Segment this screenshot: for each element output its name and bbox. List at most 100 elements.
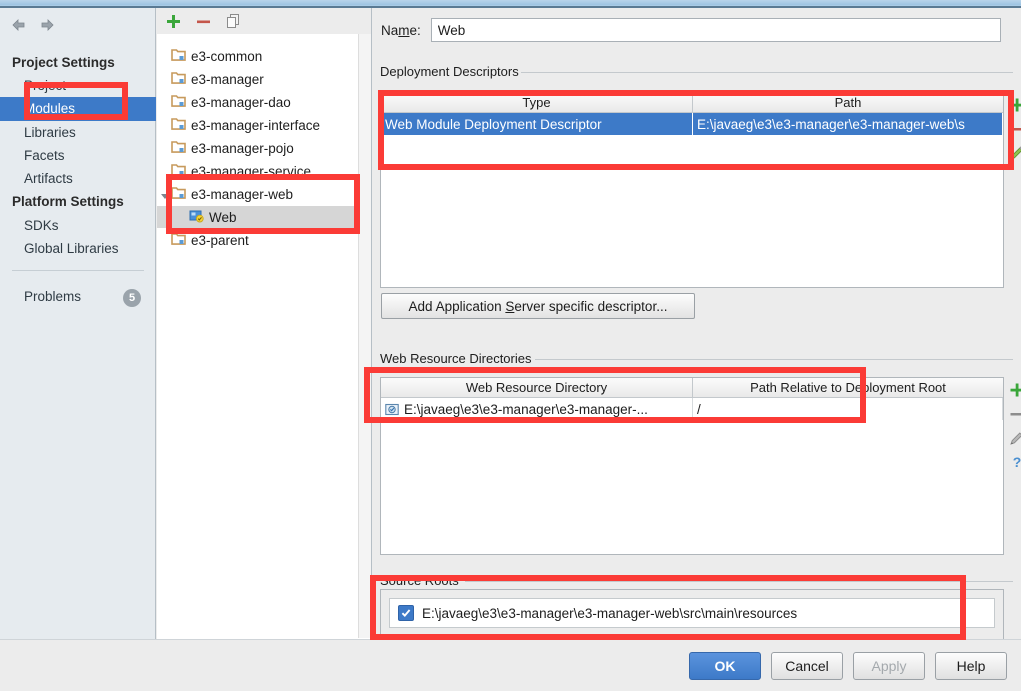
module-folder-icon: [171, 117, 186, 134]
tree-item-label: e3-parent: [191, 232, 249, 248]
add-app-server-label-before: Add Application: [408, 298, 506, 314]
sidebar-divider: [12, 270, 144, 271]
module-folder-icon: [171, 71, 186, 88]
arrow-left-icon[interactable]: [10, 16, 28, 34]
chevron-down-icon[interactable]: [160, 189, 170, 199]
name-input[interactable]: [430, 18, 1001, 42]
deployment-descriptors-table[interactable]: Type Path Web Module Deployment Descript…: [380, 92, 1004, 288]
pencil-icon[interactable]: [1007, 142, 1021, 164]
module-folder-icon: [171, 140, 186, 157]
sidebar-item-sdks[interactable]: SDKs: [24, 218, 59, 233]
table-row[interactable]: E:\javaeg\e3\e3-manager\e3-manager-... /: [381, 398, 1003, 420]
name-field-label: Name:: [381, 22, 421, 38]
window-titlebar: [0, 0, 1021, 8]
question-icon[interactable]: ?: [1007, 451, 1021, 473]
tree-item-e3-manager[interactable]: e3-manager: [157, 68, 371, 90]
web-resource-directory-cell: E:\javaeg\e3\e3-manager\e3-manager-...: [381, 398, 693, 420]
problems-count-badge: 5: [123, 289, 141, 307]
tree-item-e3-common[interactable]: e3-common: [157, 45, 371, 67]
source-root-path: E:\javaeg\e3\e3-manager\e3-manager-web\s…: [422, 605, 798, 621]
column-header-type[interactable]: Type: [381, 93, 693, 112]
tree-item-label: Web: [209, 209, 237, 225]
column-header-path[interactable]: Path: [693, 93, 1003, 112]
tree-item-label: e3-manager-web: [191, 186, 294, 202]
plus-icon[interactable]: [1007, 379, 1021, 401]
source-root-checkbox[interactable]: [398, 605, 414, 621]
web-resource-directories-title: Web Resource Directories: [380, 351, 538, 366]
deployment-descriptors-toolbar: [1006, 94, 1021, 164]
sidebar-item-project[interactable]: Project: [24, 78, 66, 93]
module-folder-icon: [171, 232, 186, 249]
cancel-button[interactable]: Cancel: [771, 652, 843, 680]
settings-sidebar: Project Settings Project Modules Librari…: [0, 8, 156, 639]
tree-item-label: e3-common: [191, 48, 263, 64]
module-tree-scrollbar[interactable]: [358, 34, 371, 638]
tree-item-label: e3-manager-dao: [191, 94, 291, 110]
web-resource-directories-toolbar: ?: [1006, 379, 1021, 473]
name-field-row: Name:: [381, 18, 1001, 42]
add-app-server-label-after: erver specific descriptor...: [514, 298, 668, 314]
sidebar-item-facets[interactable]: Facets: [24, 148, 65, 163]
facet-settings-panel: Name: Deployment Descriptors Type Path W…: [373, 8, 1021, 645]
sidebar-group-platform-settings: Platform Settings: [12, 194, 124, 209]
module-tree-panel: e3-common e3-manager e3-manager-dao e3-m…: [157, 8, 372, 639]
descriptor-type-cell: Web Module Deployment Descriptor: [381, 113, 693, 135]
module-tree-list: e3-common e3-manager e3-manager-dao e3-m…: [157, 34, 371, 638]
deployment-descriptors-separator: [521, 72, 1013, 73]
table-header-row: Web Resource Directory Path Relative to …: [381, 378, 1003, 398]
sidebar-item-artifacts[interactable]: Artifacts: [24, 171, 73, 186]
web-resource-directories-table[interactable]: Web Resource Directory Path Relative to …: [380, 377, 1004, 555]
sidebar-group-project-settings: Project Settings: [12, 55, 115, 70]
web-resource-directories-separator: [535, 359, 1013, 360]
copy-icon[interactable]: [225, 13, 242, 30]
ok-button[interactable]: OK: [689, 652, 761, 680]
tree-item-label: e3-manager-interface: [191, 117, 321, 133]
sidebar-nav-arrows: [10, 14, 56, 36]
source-roots-title: Source Roots: [380, 573, 465, 588]
tree-item-e3-manager-dao[interactable]: e3-manager-dao: [157, 91, 371, 113]
dialog-button-bar: OK Cancel Apply Help: [689, 652, 1007, 680]
minus-icon[interactable]: [1007, 403, 1021, 425]
table-header-row: Type Path: [381, 93, 1003, 113]
column-header-path-relative-to-deployment-root[interactable]: Path Relative to Deployment Root: [693, 378, 1003, 397]
module-tree-toolbar: [157, 8, 371, 34]
tree-item-e3-parent[interactable]: e3-parent: [157, 229, 371, 251]
module-folder-icon: [171, 186, 186, 203]
sidebar-item-libraries[interactable]: Libraries: [24, 125, 76, 140]
sidebar-item-modules[interactable]: Modules: [0, 97, 156, 121]
module-folder-icon: [171, 163, 186, 180]
web-facet-icon: [189, 209, 204, 226]
tree-item-e3-manager-pojo[interactable]: e3-manager-pojo: [157, 137, 371, 159]
svg-text:?: ?: [1013, 454, 1021, 470]
tree-item-e3-manager-interface[interactable]: e3-manager-interface: [157, 114, 371, 136]
arrow-right-icon[interactable]: [38, 16, 56, 34]
column-header-web-resource-directory[interactable]: Web Resource Directory: [381, 378, 693, 397]
module-folder-icon: [171, 94, 186, 111]
descriptor-path-cell: E:\javaeg\e3\e3-manager\e3-manager-web\s: [693, 113, 1003, 135]
folder-web-icon: [385, 403, 399, 416]
tree-item-e3-manager-service[interactable]: e3-manager-service: [157, 160, 371, 182]
plus-icon[interactable]: [1007, 94, 1021, 116]
web-resource-directory-text: E:\javaeg\e3\e3-manager\e3-manager-...: [404, 401, 648, 417]
tree-item-label: e3-manager-service: [191, 163, 312, 179]
table-row[interactable]: Web Module Deployment Descriptor E:\java…: [381, 113, 1003, 135]
tree-item-e3-manager-web[interactable]: e3-manager-web: [157, 183, 371, 205]
source-root-row[interactable]: E:\javaeg\e3\e3-manager\e3-manager-web\s…: [389, 598, 995, 628]
apply-button[interactable]: Apply: [853, 652, 925, 680]
sidebar-item-problems[interactable]: Problems: [24, 289, 81, 304]
tree-item-label: e3-manager-pojo: [191, 140, 294, 156]
plus-icon[interactable]: [165, 13, 182, 30]
tree-item-web-facet[interactable]: Web: [157, 206, 371, 228]
relative-path-cell: /: [693, 398, 1003, 420]
minus-icon[interactable]: [195, 13, 212, 30]
source-roots-separator: [465, 581, 1013, 582]
pencil-icon[interactable]: [1007, 427, 1021, 449]
help-button[interactable]: Help: [935, 652, 1007, 680]
sidebar-item-global-libraries[interactable]: Global Libraries: [24, 241, 119, 256]
add-application-server-descriptor-button[interactable]: Add Application Server specific descript…: [381, 293, 695, 319]
tree-item-label: e3-manager: [191, 71, 264, 87]
project-structure-dialog: Project Settings Project Modules Librari…: [0, 0, 1021, 691]
source-roots-box: E:\javaeg\e3\e3-manager\e3-manager-web\s…: [380, 589, 1004, 645]
dialog-footer: OK Cancel Apply Help: [0, 639, 1021, 691]
minus-icon[interactable]: [1007, 118, 1021, 140]
